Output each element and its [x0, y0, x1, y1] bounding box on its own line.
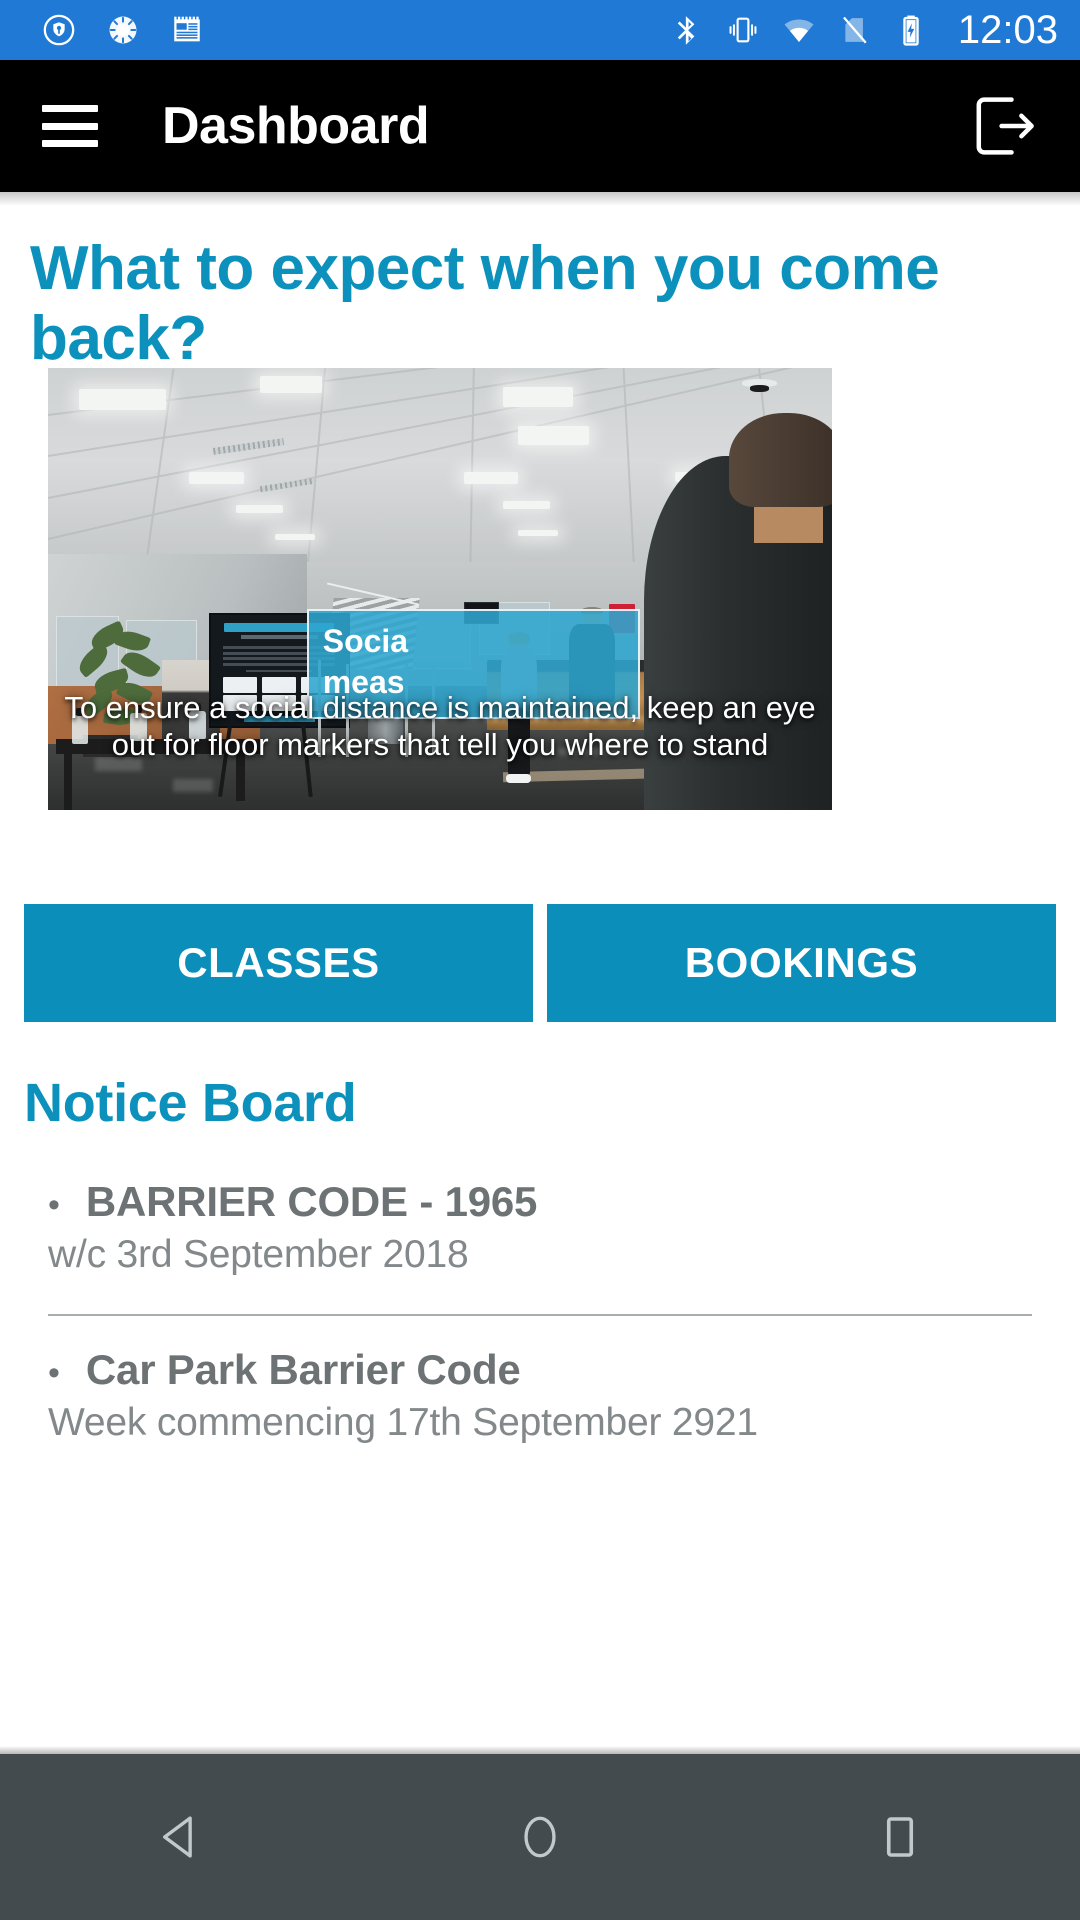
nav-recents-button[interactable] [825, 1777, 975, 1897]
classes-button[interactable]: CLASSES [24, 904, 533, 1022]
logout-button[interactable] [964, 86, 1044, 166]
app-bar: Dashboard [0, 60, 1080, 192]
battery-charging-icon [894, 13, 928, 47]
vibrate-mode-icon [726, 13, 760, 47]
recents-square-icon [873, 1810, 927, 1864]
wifi-icon [782, 13, 816, 47]
section-heading-expectations: What to expect when you come back? [30, 234, 940, 374]
hamburger-menu-icon[interactable] [42, 105, 98, 147]
bullet-icon: • [48, 1354, 60, 1393]
notice-title: Car Park Barrier Code [85, 1346, 521, 1394]
status-bar-notifications [42, 13, 204, 47]
video-frame-image: Socia meas To ensure a social distance i… [48, 368, 832, 810]
bookings-button[interactable]: BOOKINGS [547, 904, 1056, 1022]
logout-icon [968, 90, 1040, 162]
status-bar-system: 12:03 [670, 10, 1058, 50]
list-item[interactable]: • Car Park Barrier Code Week commencing … [48, 1316, 1032, 1456]
cctv-camera [741, 379, 778, 393]
nav-back-button[interactable] [105, 1777, 255, 1897]
notice-board-heading: Notice Board [24, 1073, 357, 1133]
quick-actions: CLASSES BOOKINGS [0, 904, 1080, 1022]
bullet-icon: • [48, 1186, 60, 1224]
notice-title: BARRIER CODE - 1965 [85, 1178, 538, 1225]
video-overlay-line1: Socia [322, 622, 409, 659]
no-sim-card-icon [838, 13, 872, 47]
divider [48, 1314, 1032, 1317]
status-bar-clock: 12:03 [957, 8, 1058, 52]
page-title: Dashboard [162, 97, 430, 155]
list-item[interactable]: • BARRIER CODE - 1965 w/c 3rd September … [48, 1164, 1032, 1288]
home-circle-icon [513, 1810, 567, 1864]
news-article-icon [170, 13, 204, 47]
back-triangle-icon [153, 1810, 207, 1864]
vpn-key-shield-icon [42, 13, 76, 47]
status-bar: 12:03 [0, 0, 1080, 60]
android-nav-bar [0, 1754, 1080, 1920]
loading-spinner-icon [106, 13, 140, 47]
phone-screen: 12:03 Dashboard What to expect when you … [0, 0, 1080, 1920]
promo-video-player[interactable]: Socia meas To ensure a social distance i… [48, 368, 832, 810]
nav-home-button[interactable] [465, 1777, 615, 1897]
notice-body: Week commencing 17th September 2921 [48, 1401, 758, 1445]
nav-bar-shadow [0, 1746, 1080, 1754]
video-caption: To ensure a social distance is maintaine… [64, 690, 816, 763]
bluetooth-icon [670, 13, 704, 47]
notice-body: w/c 3rd September 2018 [48, 1233, 469, 1276]
notice-board-list: • BARRIER CODE - 1965 w/c 3rd September … [0, 1164, 1080, 1456]
main-content: What to expect when you come back? Socia… [0, 192, 1080, 1754]
